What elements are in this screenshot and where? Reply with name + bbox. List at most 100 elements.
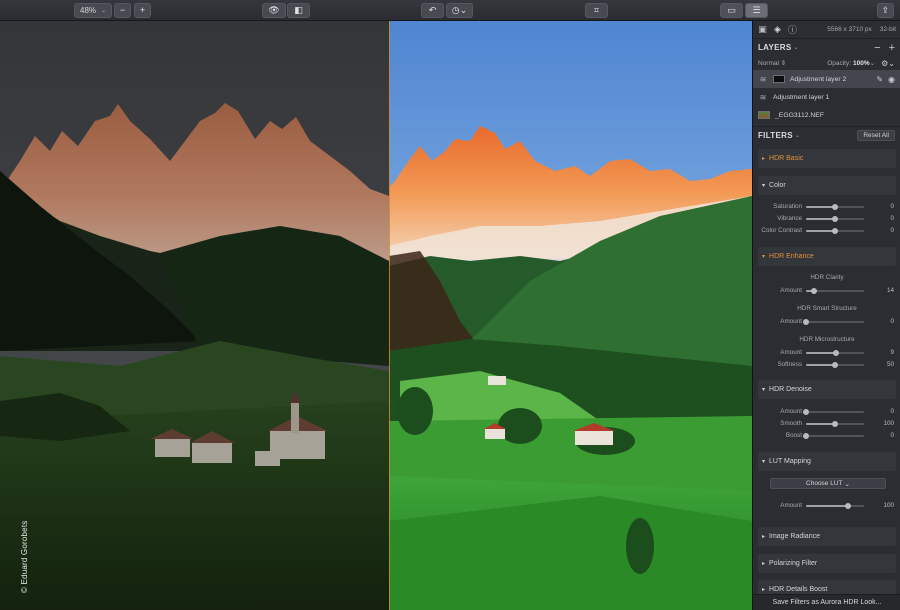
layers-title[interactable]: LAYERS	[758, 43, 792, 52]
slider-track[interactable]	[803, 408, 864, 415]
slider-track[interactable]	[806, 361, 864, 368]
remove-layer-button[interactable]: −	[874, 42, 880, 54]
panel-view-button[interactable]: ▭	[720, 3, 743, 18]
chevron-down-icon: ⌄	[844, 480, 850, 488]
blend-mode-select[interactable]: Normal ⇕	[758, 59, 786, 67]
minus-icon: −	[119, 5, 126, 15]
triangle-down-icon: ▾	[762, 183, 766, 189]
slider-track[interactable]	[806, 287, 864, 294]
filters-title[interactable]: FILTERS	[758, 131, 793, 140]
reset-all-button[interactable]: Reset All	[857, 130, 895, 141]
crop-button[interactable]: ⌗	[585, 3, 608, 18]
slider-knob[interactable]	[844, 502, 851, 509]
image-icon[interactable]: ▣	[757, 24, 768, 35]
layer-item[interactable]: _EGG3112.NEF	[753, 106, 900, 124]
slider-lut-amount[interactable]: Amount 100	[758, 500, 896, 511]
zoom-select[interactable]: 48% ⌄	[74, 3, 112, 18]
slider-saturation[interactable]: Saturation 0	[758, 201, 896, 212]
slider-microstructure-amount[interactable]: Amount 9	[758, 347, 896, 358]
opacity-value[interactable]: 100%	[853, 60, 870, 67]
slider-label: Amount	[780, 287, 802, 294]
filter-section-lut-mapping[interactable]: ▾ LUT Mapping	[758, 452, 896, 471]
slider-denoise-boost[interactable]: Boost 0	[758, 430, 896, 441]
chevron-down-icon[interactable]: ⌄	[870, 59, 875, 67]
preview-button[interactable]: 👁	[262, 3, 286, 18]
filter-section-polarizing-filter[interactable]: ▸ Polarizing Filter	[758, 554, 896, 573]
layer-name: Adjustment layer 2	[790, 75, 847, 83]
slider-value[interactable]: 0	[874, 203, 896, 210]
slider-value[interactable]: 14	[874, 287, 896, 294]
slider-value[interactable]: 0	[874, 215, 896, 222]
eye-icon[interactable]: ◉	[888, 75, 895, 84]
zoom-in-button[interactable]: +	[134, 3, 151, 18]
filter-section-hdr-enhance[interactable]: ▾ HDR Enhance	[758, 247, 896, 266]
slider-value[interactable]: 0	[874, 318, 896, 325]
slider-value[interactable]: 100	[874, 420, 896, 427]
share-button[interactable]: ⇪	[877, 3, 894, 18]
filter-section-color[interactable]: ▾ Color	[758, 176, 896, 195]
gear-icon[interactable]: ⚙⌄	[881, 59, 895, 68]
slider-color-contrast[interactable]: Color Contrast 0	[758, 225, 896, 236]
group-title: HDR Smart Structure	[797, 305, 857, 312]
chevron-down-icon[interactable]: ⌄	[794, 44, 799, 51]
filter-section-hdr-denoise[interactable]: ▾ HDR Denoise	[758, 380, 896, 399]
compare-split-handle[interactable]	[389, 21, 390, 610]
slider-microstructure-softness[interactable]: Softness 50	[758, 359, 896, 370]
slider-track[interactable]	[806, 349, 864, 356]
chevron-down-icon[interactable]: ⌄	[795, 132, 800, 139]
info-icon[interactable]: ⓘ	[787, 23, 798, 36]
slider-track[interactable]	[806, 203, 864, 210]
slider-track[interactable]	[806, 502, 864, 509]
layer-item[interactable]: ≋ Adjustment layer 2 ✎ ◉	[753, 70, 900, 88]
slider-knob[interactable]	[832, 215, 838, 222]
slider-value[interactable]: 0	[874, 408, 896, 415]
photo-credit: © Eduard Gorobets	[20, 520, 29, 593]
slider-value[interactable]: 50	[874, 361, 896, 368]
brush-icon[interactable]: ✎	[876, 75, 883, 84]
panel-header: ▣ ◈ ⓘ 5566 x 3710 px 32-bit	[753, 21, 900, 39]
section-title: Polarizing Filter	[769, 560, 818, 567]
image-thumbnail	[758, 111, 770, 119]
slider-track[interactable]	[806, 227, 864, 234]
slider-track[interactable]	[806, 420, 864, 427]
slider-denoise-amount[interactable]: Amount 0	[758, 406, 896, 417]
slider-label: Amount	[780, 502, 802, 509]
slider-clarity-amount[interactable]: Amount 14	[758, 285, 896, 296]
adjustments-button[interactable]: ☰	[745, 3, 768, 18]
slider-knob[interactable]	[803, 318, 809, 325]
undo-button[interactable]: ↶	[421, 3, 444, 18]
add-layer-button[interactable]: +	[889, 42, 895, 54]
choose-lut-dropdown[interactable]: Choose LUT ⌄	[770, 478, 886, 489]
slider-track[interactable]	[803, 432, 864, 439]
slider-smart-structure-amount[interactable]: Amount 0	[758, 316, 896, 327]
slider-value[interactable]: 100	[874, 502, 896, 509]
layers-icon[interactable]: ◈	[772, 24, 783, 35]
blend-row: Normal ⇕ Opacity: 100% ⌄ ⚙⌄	[753, 56, 900, 70]
slider-track[interactable]	[806, 215, 864, 222]
slider-denoise-smooth[interactable]: Smooth 100	[758, 418, 896, 429]
layer-item[interactable]: ≋ Adjustment layer 1	[753, 88, 900, 106]
slider-knob[interactable]	[833, 349, 840, 356]
choose-lut-label: Choose LUT	[806, 480, 843, 487]
compare-button[interactable]: ◧	[287, 3, 310, 18]
slider-knob[interactable]	[803, 432, 809, 439]
slider-vibrance[interactable]: Vibrance 0	[758, 213, 896, 224]
slider-knob[interactable]	[832, 227, 838, 234]
slider-knob[interactable]	[832, 361, 838, 368]
slider-knob[interactable]	[832, 203, 838, 210]
slider-label: Amount	[780, 408, 802, 415]
filter-section-image-radiance[interactable]: ▸ Image Radiance	[758, 527, 896, 546]
slider-value[interactable]: 0	[874, 227, 896, 234]
slider-knob[interactable]	[803, 408, 809, 415]
slider-knob[interactable]	[811, 287, 818, 294]
slider-track[interactable]	[803, 318, 864, 325]
slider-value[interactable]: 9	[874, 349, 896, 356]
slider-value[interactable]: 0	[874, 432, 896, 439]
image-canvas[interactable]: © Eduard Gorobets	[0, 21, 752, 610]
zoom-out-button[interactable]: −	[114, 3, 131, 18]
save-look-button[interactable]: Save Filters as Aurora HDR Look...	[753, 594, 900, 610]
slider-knob[interactable]	[832, 420, 838, 427]
share-icon: ⇪	[881, 5, 890, 15]
filter-section-hdr-basic[interactable]: ▸ HDR Basic	[758, 149, 896, 168]
history-button[interactable]: ◷⌄	[446, 3, 473, 18]
